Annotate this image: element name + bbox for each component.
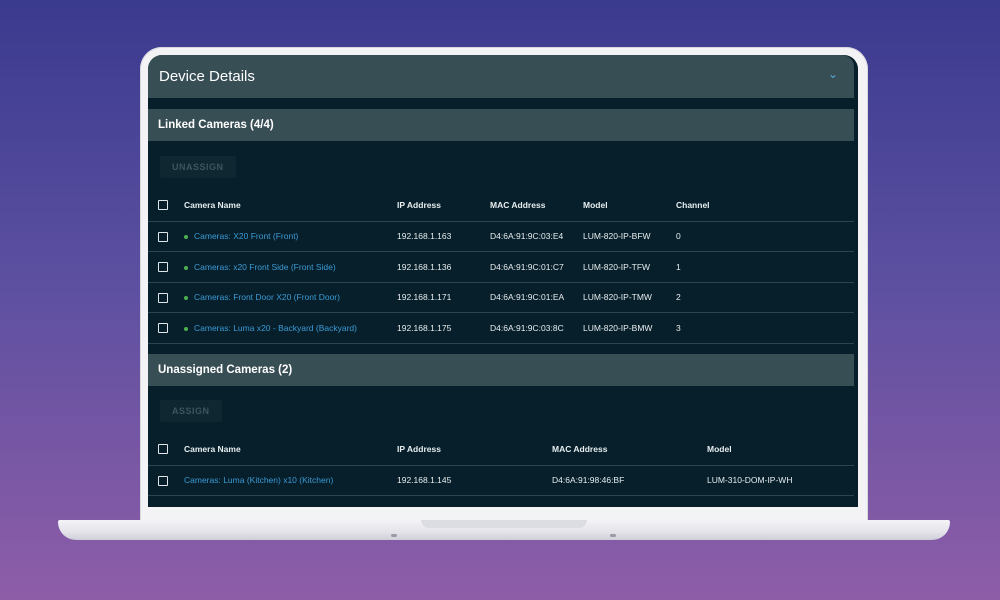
camera-name-link[interactable]: Cameras: Luma (Kitchen) x10 (Kitchen) xyxy=(184,475,333,485)
model: LUM-820-IP-BFW xyxy=(583,221,676,253)
camera-name-link[interactable]: Cameras: x20 Front Side (Front Side) xyxy=(194,262,336,272)
laptop-screen: Device Details ⌄ Linked Cameras (4/4) UN… xyxy=(148,55,858,507)
column-header: Camera Name xyxy=(184,433,397,466)
column-header: MAC Address xyxy=(490,189,583,222)
device-details-header[interactable]: Device Details ⌄ xyxy=(148,55,854,98)
table-row[interactable]: Cameras: Luma (Kitchen) x10 (Kitchen) 19… xyxy=(148,465,854,497)
camera-name-link[interactable]: Cameras: X20 Front (Front) xyxy=(194,231,298,241)
linked-cameras-header: Linked Cameras (4/4) xyxy=(148,109,854,141)
channel: 2 xyxy=(676,282,854,314)
select-all-checkbox[interactable] xyxy=(158,444,168,455)
assign-button[interactable]: ASSIGN xyxy=(160,400,222,422)
camera-name-link[interactable]: Cameras: Luma x20 - Backyard (Backyard) xyxy=(194,323,357,333)
model: LUM-310-DOM-IP-WH xyxy=(707,465,854,497)
column-header: MAC Address xyxy=(552,433,707,466)
table-row[interactable]: Cameras: Luma x20 - Backyard (Backyard) … xyxy=(148,312,854,344)
ip-address: 192.168.1.145 xyxy=(397,465,552,497)
column-header: Model xyxy=(707,433,854,466)
column-header: Camera Name xyxy=(184,189,397,222)
laptop-notch xyxy=(421,520,587,528)
mac-address: D4:6A:91:98:46:BF xyxy=(552,465,707,497)
table-header-row: Camera Name IP Address MAC Address Model… xyxy=(148,189,854,222)
row-checkbox[interactable] xyxy=(158,231,168,242)
model: LUM-820-IP-BMW xyxy=(583,312,676,344)
unassign-button[interactable]: UNASSIGN xyxy=(160,156,236,178)
table-row[interactable]: Cameras: X20 Front (Front) 192.168.1.163… xyxy=(148,221,854,253)
row-checkbox[interactable] xyxy=(158,475,168,486)
model: LUM-820-IP-TMW xyxy=(583,282,676,314)
linked-cameras-table: Camera Name IP Address MAC Address Model… xyxy=(148,189,854,344)
channel: 1 xyxy=(676,251,854,283)
mac-address: D4:6A:91:9C:03:8C xyxy=(490,312,583,344)
panel-title: Device Details xyxy=(159,68,255,85)
select-all-checkbox[interactable] xyxy=(158,200,168,211)
table-row[interactable]: Cameras: x20 Front Side (Front Side) 192… xyxy=(148,251,854,283)
model: LUM-820-IP-TFW xyxy=(583,251,676,283)
unassigned-cameras-header: Unassigned Cameras (2) xyxy=(148,354,854,386)
row-checkbox[interactable] xyxy=(158,323,168,334)
unassigned-cameras-table: Camera Name IP Address MAC Address Model… xyxy=(148,433,854,497)
channel: 3 xyxy=(676,312,854,344)
status-online-icon xyxy=(184,265,188,270)
ip-address: 192.168.1.136 xyxy=(397,251,490,283)
ip-address: 192.168.1.175 xyxy=(397,312,490,344)
ip-address: 192.168.1.163 xyxy=(397,221,490,253)
column-header: IP Address xyxy=(397,189,490,222)
row-checkbox[interactable] xyxy=(158,262,168,273)
status-online-icon xyxy=(184,296,188,301)
row-checkbox[interactable] xyxy=(158,292,168,303)
mac-address: D4:6A:91:9C:01:EA xyxy=(490,282,583,314)
chevron-down-icon[interactable]: ⌄ xyxy=(828,67,838,81)
laptop-foot xyxy=(610,534,616,537)
table-header-row: Camera Name IP Address MAC Address Model xyxy=(148,433,854,466)
column-header: IP Address xyxy=(397,433,552,466)
column-header: Channel xyxy=(676,189,854,222)
channel: 0 xyxy=(676,221,854,253)
laptop-foot xyxy=(391,534,397,537)
camera-name-link[interactable]: Cameras: Front Door X20 (Front Door) xyxy=(194,292,340,302)
ip-address: 192.168.1.171 xyxy=(397,282,490,314)
status-online-icon xyxy=(184,235,188,240)
status-online-icon xyxy=(184,326,188,331)
mac-address: D4:6A:91:9C:01:C7 xyxy=(490,251,583,283)
column-header: Model xyxy=(583,189,676,222)
mac-address: D4:6A:91:9C:03:E4 xyxy=(490,221,583,253)
table-row[interactable]: Cameras: Front Door X20 (Front Door) 192… xyxy=(148,282,854,314)
